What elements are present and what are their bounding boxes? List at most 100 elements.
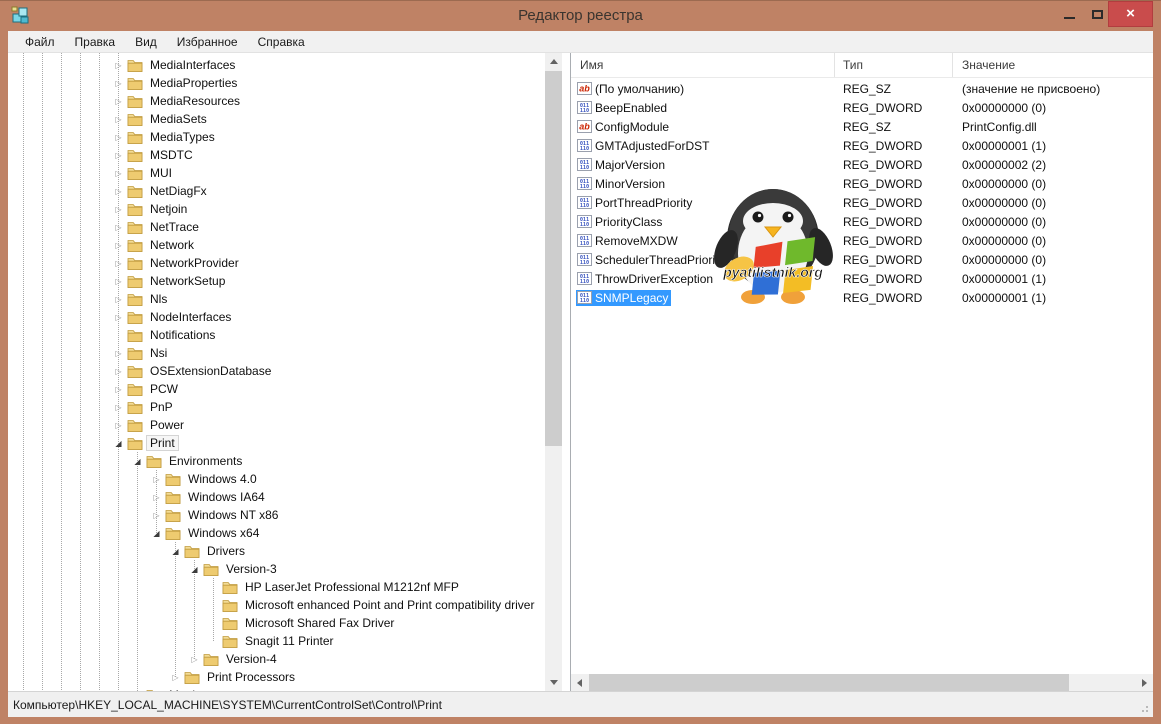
column-header-value[interactable]: Значение <box>953 53 1153 77</box>
expander-icon[interactable] <box>111 115 126 124</box>
expander-icon[interactable] <box>111 133 126 142</box>
close-button[interactable] <box>1108 1 1153 27</box>
value-row[interactable]: ab 011 110 GMTA <box>571 136 1153 155</box>
tree-item[interactable]: MediaTypes <box>8 128 545 146</box>
tree-item[interactable]: Windows 4.0 <box>8 470 545 488</box>
tree-vertical-scrollbar[interactable] <box>545 53 562 691</box>
value-row[interactable]: ab 011 110 Mino <box>571 174 1153 193</box>
expander-icon[interactable] <box>111 169 126 178</box>
resize-grip[interactable] <box>1139 703 1149 713</box>
expander-icon[interactable] <box>111 187 126 196</box>
scroll-left-arrow[interactable] <box>571 674 588 691</box>
expander-icon[interactable] <box>149 511 164 520</box>
tree-item[interactable]: Version-3 <box>8 560 545 578</box>
expander-icon[interactable] <box>187 565 202 574</box>
tree-item[interactable]: Drivers <box>8 542 545 560</box>
expander-icon[interactable] <box>149 493 164 502</box>
tree-item[interactable]: OSExtensionDatabase <box>8 362 545 380</box>
tree-item[interactable]: Netjoin <box>8 200 545 218</box>
value-row[interactable]: ab 011 110 Remo <box>571 231 1153 250</box>
expander-icon[interactable] <box>130 457 145 466</box>
expander-icon[interactable] <box>168 547 183 556</box>
tree-item[interactable]: Microsoft enhanced Point and Print compa… <box>8 596 545 614</box>
tree-item[interactable]: Windows NT x86 <box>8 506 545 524</box>
expander-icon[interactable] <box>111 403 126 412</box>
tree-item[interactable]: Print Processors <box>8 668 545 686</box>
expander-icon[interactable] <box>111 79 126 88</box>
menu-item[interactable]: Правка <box>65 31 126 52</box>
tree-item[interactable]: Print <box>8 434 545 452</box>
value-row[interactable]: ab 011 110 Conf <box>571 117 1153 136</box>
value-row[interactable]: ab 011 110 Sche <box>571 250 1153 269</box>
tree-item[interactable]: HP LaserJet Professional M1212nf MFP <box>8 578 545 596</box>
tree-item[interactable]: Windows x64 <box>8 524 545 542</box>
value-row[interactable]: ab 011 110 Port <box>571 193 1153 212</box>
value-name-cell: ab 011 110 Remo <box>576 233 843 249</box>
minimize-button[interactable] <box>1054 1 1084 27</box>
tree-item[interactable]: MediaInterfaces <box>8 56 545 74</box>
scroll-down-arrow[interactable] <box>545 674 562 691</box>
tree-item[interactable]: MediaSets <box>8 110 545 128</box>
tree-item[interactable]: PCW <box>8 380 545 398</box>
expander-icon[interactable] <box>149 475 164 484</box>
value-row[interactable]: ab 011 110 Majo <box>571 155 1153 174</box>
menu-item[interactable]: Справка <box>248 31 315 52</box>
expander-icon[interactable] <box>111 61 126 70</box>
expander-icon[interactable] <box>111 439 126 448</box>
tree-item[interactable]: NetworkProvider <box>8 254 545 272</box>
expander-icon[interactable] <box>111 259 126 268</box>
expander-icon[interactable] <box>111 295 126 304</box>
tree-item[interactable]: NetworkSetup <box>8 272 545 290</box>
tree-item[interactable]: NetTrace <box>8 218 545 236</box>
expander-icon[interactable] <box>111 97 126 106</box>
expander-icon[interactable] <box>111 205 126 214</box>
tree-item[interactable]: Power <box>8 416 545 434</box>
expander-icon[interactable] <box>111 349 126 358</box>
expander-icon[interactable] <box>111 151 126 160</box>
tree-item[interactable]: NetDiagFx <box>8 182 545 200</box>
expander-icon[interactable] <box>111 367 126 376</box>
values-horizontal-scrollbar[interactable] <box>571 674 1153 691</box>
menu-item[interactable]: Избранное <box>167 31 248 52</box>
tree-item[interactable]: NodeInterfaces <box>8 308 545 326</box>
tree-item[interactable]: MSDTC <box>8 146 545 164</box>
value-row[interactable]: ab 011 110 Beep <box>571 98 1153 117</box>
expander-icon[interactable] <box>168 673 183 682</box>
value-row[interactable]: ab 011 110 SNMP <box>571 288 1153 307</box>
tree-item[interactable]: Nsi <box>8 344 545 362</box>
maximize-button[interactable] <box>1084 1 1110 27</box>
tree-item[interactable]: Network <box>8 236 545 254</box>
column-header-type[interactable]: Тип <box>835 53 953 77</box>
tree-item[interactable]: Microsoft Shared Fax Driver <box>8 614 545 632</box>
expander-icon[interactable] <box>111 223 126 232</box>
tree-item[interactable]: MediaProperties <box>8 74 545 92</box>
expander-icon[interactable] <box>149 529 164 538</box>
scrollbar-thumb[interactable] <box>545 71 562 446</box>
expander-icon[interactable] <box>111 277 126 286</box>
tree-item[interactable]: Environments <box>8 452 545 470</box>
expander-icon[interactable] <box>111 241 126 250</box>
column-header-name[interactable]: Имя <box>571 53 835 77</box>
tree-item[interactable]: Snagit 11 Printer <box>8 632 545 650</box>
scroll-right-arrow[interactable] <box>1136 674 1153 691</box>
scrollbar-thumb[interactable] <box>589 674 1069 691</box>
expander-icon[interactable] <box>187 655 202 664</box>
expander-icon[interactable] <box>111 385 126 394</box>
value-row[interactable]: ab 011 110 (По <box>571 79 1153 98</box>
tree-item[interactable]: MUI <box>8 164 545 182</box>
tree-item[interactable]: Nls <box>8 290 545 308</box>
tree-item[interactable]: Windows IA64 <box>8 488 545 506</box>
scroll-up-arrow[interactable] <box>545 53 562 70</box>
menu-item[interactable]: Вид <box>125 31 167 52</box>
tree-item[interactable]: Notifications <box>8 326 545 344</box>
value-row[interactable]: ab 011 110 Prio <box>571 212 1153 231</box>
expander-icon[interactable] <box>111 313 126 322</box>
menu-item[interactable]: Файл <box>15 31 65 52</box>
value-row[interactable]: ab 011 110 Thro <box>571 269 1153 288</box>
tree-item[interactable]: MediaResources <box>8 92 545 110</box>
expander-icon[interactable] <box>111 421 126 430</box>
tree-item-label: Nsi <box>146 345 171 361</box>
titlebar[interactable]: Редактор реестра <box>0 1 1161 31</box>
tree-item[interactable]: PnP <box>8 398 545 416</box>
tree-item[interactable]: Version-4 <box>8 650 545 668</box>
